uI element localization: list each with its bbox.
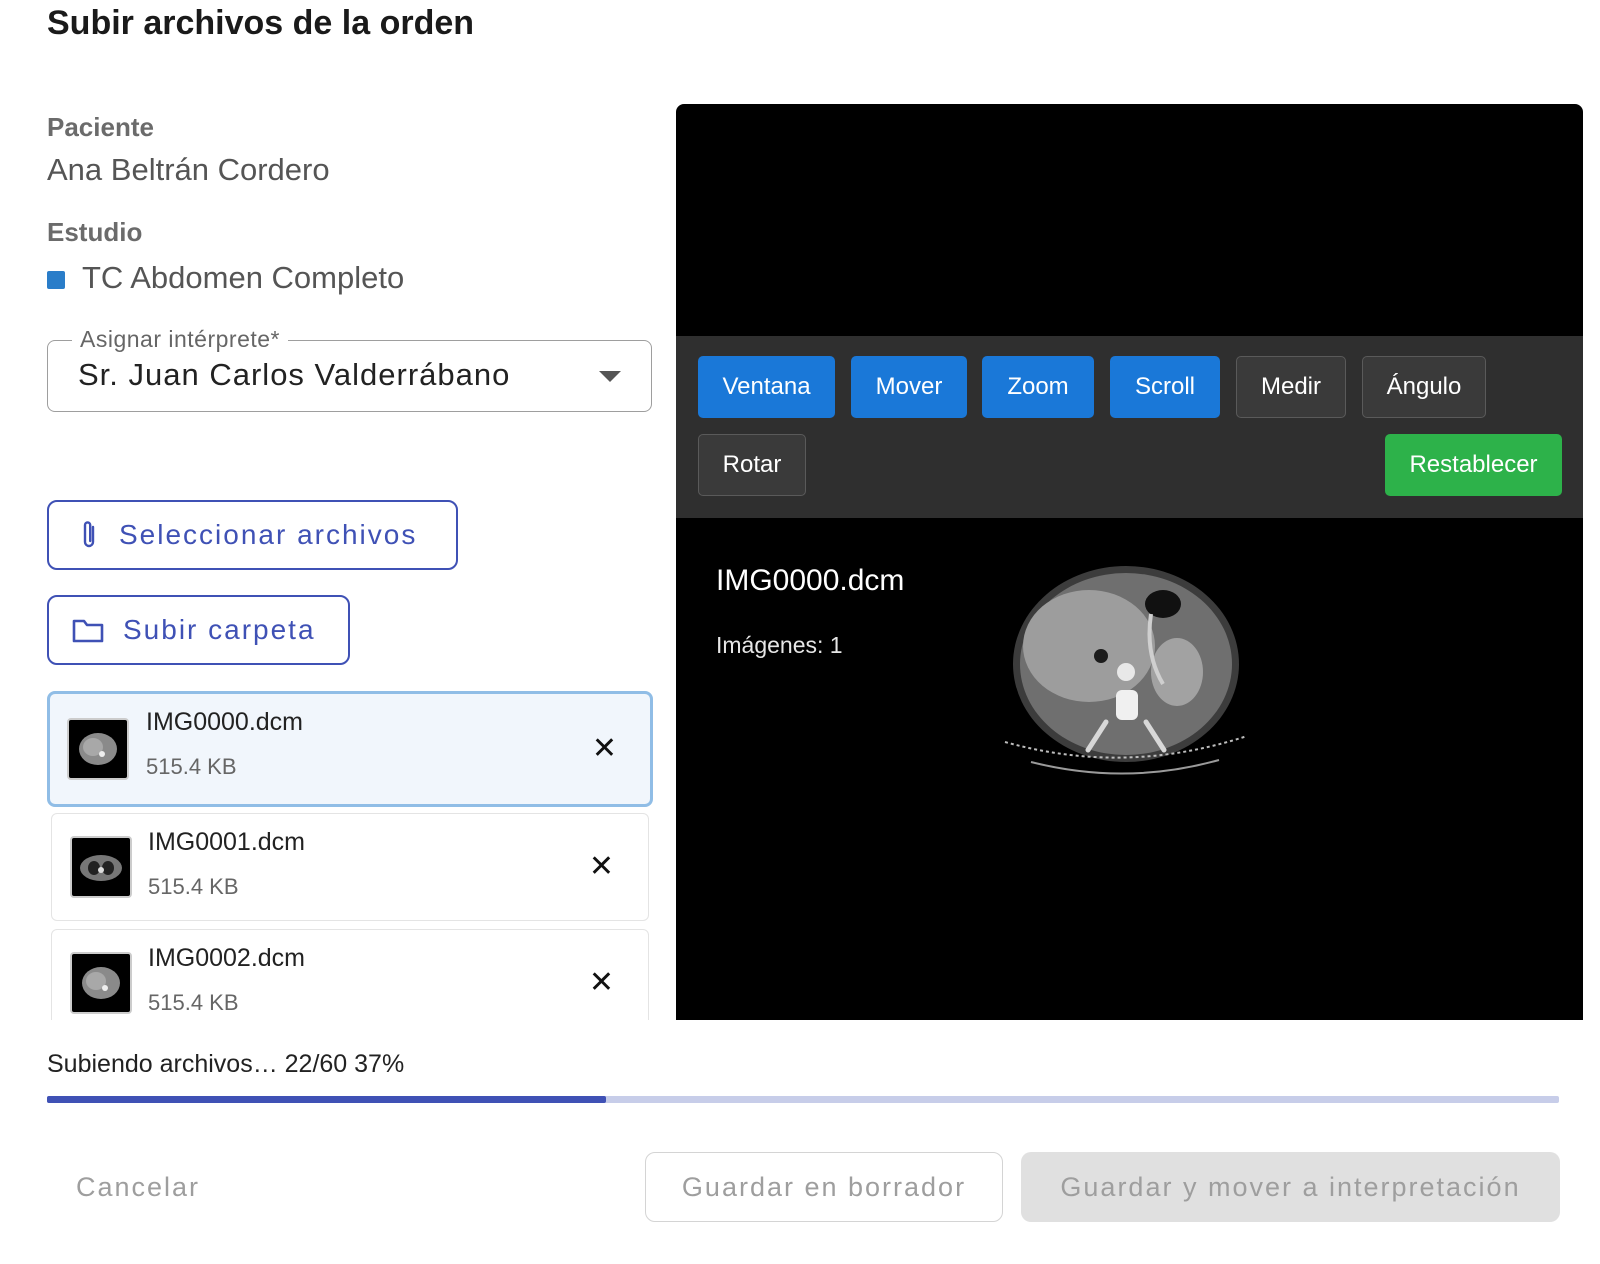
page-title: Subir archivos de la orden <box>47 4 475 42</box>
reset-button[interactable]: Restablecer <box>1385 434 1562 496</box>
file-thumbnail <box>67 718 129 780</box>
tool-zoom-button[interactable]: Zoom <box>982 356 1094 418</box>
chevron-down-icon <box>599 371 621 382</box>
interpreter-select-value: Sr. Juan Carlos Valderrábano <box>78 357 511 392</box>
save-draft-button[interactable]: Guardar en borrador <box>645 1152 1003 1222</box>
cancel-button[interactable]: Cancelar <box>76 1172 200 1203</box>
file-name: IMG0001.dcm <box>148 828 306 856</box>
file-size: 515.4 KB <box>146 754 237 779</box>
folder-icon <box>72 619 104 643</box>
file-item[interactable]: IMG0001.dcm 515.4 KB ✕ <box>51 813 649 921</box>
close-icon[interactable]: ✕ <box>592 734 617 764</box>
study-name: TC Abdomen Completo <box>82 260 405 295</box>
file-item[interactable]: IMG0000.dcm 515.4 KB ✕ <box>47 691 653 807</box>
select-files-button[interactable]: Seleccionar archivos <box>47 500 458 570</box>
upload-folder-button[interactable]: Subir carpeta <box>47 595 350 665</box>
upload-progress-fill <box>47 1096 607 1103</box>
file-thumbnail <box>70 952 132 1014</box>
tool-rotate-button[interactable]: Rotar <box>698 434 806 496</box>
patient-name: Ana Beltrán Cordero <box>47 152 330 187</box>
study-color-indicator <box>47 271 65 289</box>
tool-angle-button[interactable]: Ángulo <box>1362 356 1486 418</box>
close-icon[interactable]: ✕ <box>589 852 614 882</box>
paperclip-icon <box>83 521 95 548</box>
tool-measure-button[interactable]: Medir <box>1236 356 1346 418</box>
file-name: IMG0000.dcm <box>146 708 304 736</box>
ct-scan-image <box>1004 566 1248 775</box>
file-size: 515.4 KB <box>148 990 239 1015</box>
save-and-move-button[interactable]: Guardar y mover a interpretación <box>1021 1152 1560 1222</box>
select-files-label: Seleccionar archivos <box>119 519 418 550</box>
file-list: IMG0000.dcm 515.4 KB ✕ IMG0001.dcm 515.4… <box>47 684 653 1020</box>
viewer-image-name: IMG0000.dcm <box>716 564 905 597</box>
patient-label: Paciente <box>47 112 154 142</box>
upload-folder-label: Subir carpeta <box>123 614 316 645</box>
file-thumbnail <box>70 836 132 898</box>
viewer-image-count: Imágenes: 1 <box>716 632 843 658</box>
dicom-viewer[interactable]: Ventana Mover Zoom Scroll Medir Ángulo R… <box>676 104 1583 1020</box>
tool-scroll-button[interactable]: Scroll <box>1110 356 1220 418</box>
viewer-toolbar: Ventana Mover Zoom Scroll Medir Ángulo R… <box>676 336 1583 518</box>
file-name: IMG0002.dcm <box>148 944 306 972</box>
upload-progress-bar <box>47 1096 1559 1103</box>
file-item[interactable]: IMG0002.dcm 515.4 KB ✕ <box>51 929 649 1020</box>
tool-pan-button[interactable]: Mover <box>851 356 967 418</box>
interpreter-select-label: Asignar intérprete* <box>72 326 288 353</box>
study-label: Estudio <box>47 217 143 247</box>
tool-window-button[interactable]: Ventana <box>698 356 835 418</box>
file-size: 515.4 KB <box>148 874 239 899</box>
close-icon[interactable]: ✕ <box>589 968 614 998</box>
upload-progress-text: Subiendo archivos… 22/60 37% <box>47 1050 405 1078</box>
